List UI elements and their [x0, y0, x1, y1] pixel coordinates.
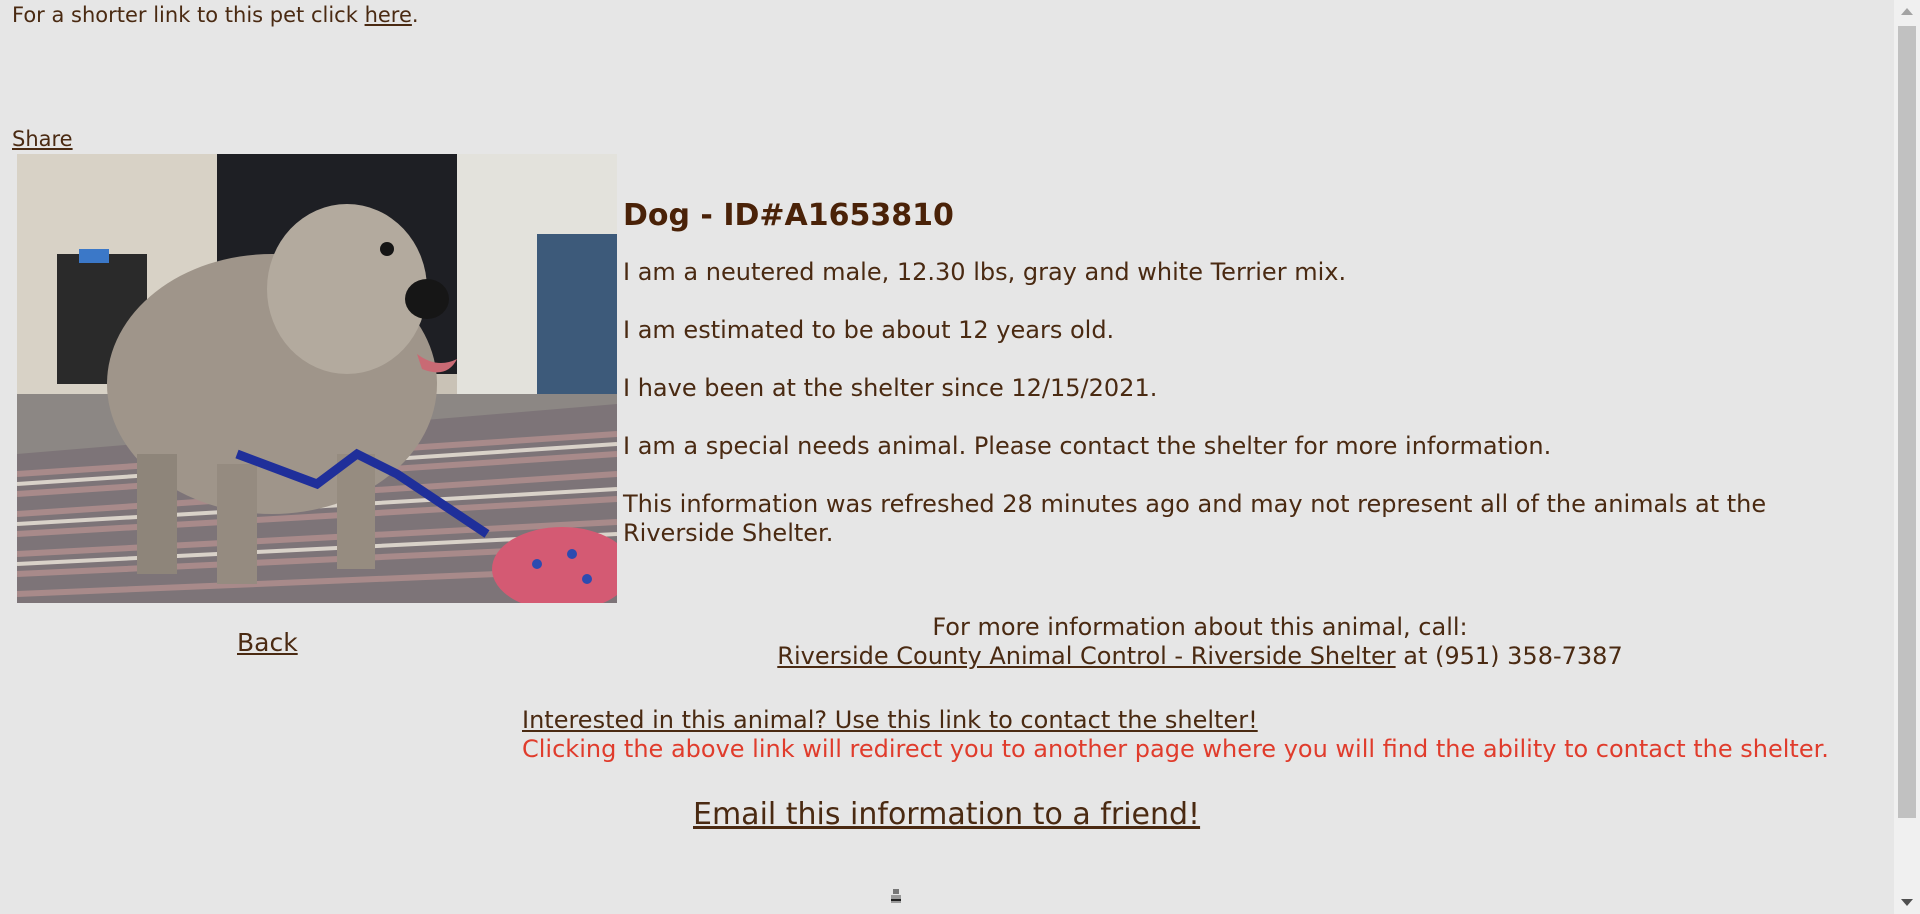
dog-photo-image — [17, 154, 617, 603]
back-link[interactable]: Back — [237, 628, 298, 658]
pet-detail-page: For a shorter link to this pet click her… — [0, 0, 1894, 914]
scroll-down-icon[interactable] — [1901, 899, 1913, 906]
animal-details: Dog - ID#A1653810 I am a neutered male, … — [623, 198, 1803, 577]
contact-line: Riverside County Animal Control - Rivers… — [560, 642, 1840, 671]
animal-special-needs: I am a special needs animal. Please cont… — [623, 432, 1552, 460]
dog-photo — [17, 154, 617, 603]
short-link-here[interactable]: here — [365, 3, 412, 27]
scroll-thumb[interactable] — [1898, 26, 1916, 818]
refresh-notice: This information was refreshed 28 minute… — [623, 490, 1767, 547]
animal-title: Dog - ID#A1653810 — [623, 198, 954, 233]
loading-icon — [888, 887, 904, 911]
shelter-link[interactable]: Riverside County Animal Control - Rivers… — [777, 642, 1395, 670]
share-link[interactable]: Share — [12, 126, 73, 152]
animal-since: I have been at the shelter since 12/15/2… — [623, 374, 1158, 402]
animal-description: I am a neutered male, 12.30 lbs, gray an… — [623, 258, 1347, 286]
short-link-line: For a shorter link to this pet click her… — [12, 2, 419, 28]
contact-shelter-link[interactable]: Interested in this animal? Use this link… — [522, 706, 1258, 734]
email-friend-link[interactable]: Email this information to a friend! — [693, 797, 1200, 833]
scroll-up-icon[interactable] — [1901, 8, 1913, 15]
short-link-suffix: . — [411, 3, 419, 27]
vertical-scrollbar[interactable] — [1894, 0, 1920, 914]
interest-block: Interested in this animal? Use this link… — [522, 706, 1829, 764]
contact-info: For more information about this animal, … — [560, 613, 1840, 671]
redirect-note: Clicking the above link will redirect yo… — [522, 735, 1829, 763]
shelter-phone: at (951) 358-7387 — [1395, 642, 1623, 670]
short-link-prefix: For a shorter link to this pet click — [12, 3, 365, 27]
animal-age: I am estimated to be about 12 years old. — [623, 316, 1115, 344]
contact-intro: For more information about this animal, … — [932, 613, 1468, 641]
